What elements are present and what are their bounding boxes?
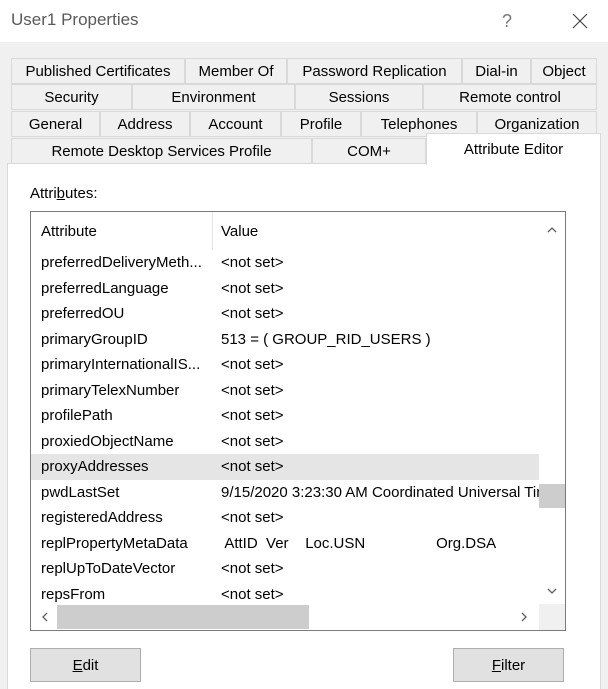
attribute-name-cell: preferredLanguage <box>41 279 169 297</box>
table-row[interactable]: registeredAddress <not set> <box>31 505 539 531</box>
attribute-value-cell: AttID Ver Loc.USN Org.DSA <box>221 534 497 552</box>
vertical-scroll-thumb[interactable] <box>539 484 565 508</box>
attribute-value-cell: <not set> <box>221 560 284 578</box>
attribute-value-cell: <not set> <box>221 407 284 425</box>
tab-security[interactable]: Security <box>11 84 132 110</box>
table-row[interactable]: replUpToDateVector <not set> <box>31 556 539 582</box>
attributes-label: Attributes: <box>30 185 98 202</box>
attribute-value-cell: <not set> <box>221 458 284 476</box>
close-icon <box>572 13 588 29</box>
column-header-attribute[interactable]: Attribute <box>41 212 97 250</box>
attribute-name-cell: primaryGroupID <box>41 330 148 348</box>
help-button[interactable]: ? <box>480 0 534 42</box>
tab-dial-in[interactable]: Dial-in <box>462 58 531 84</box>
table-row[interactable]: proxiedObjectName <not set> <box>31 429 539 455</box>
chevron-left-icon <box>41 612 47 622</box>
attribute-name-cell: replUpToDateVector <box>41 560 176 578</box>
horizontal-scroll-thumb[interactable] <box>57 605 309 629</box>
attribute-value-cell: <not set> <box>221 279 284 297</box>
table-row[interactable]: profilePath <not set> <box>31 403 539 429</box>
tab-address[interactable]: Address <box>100 111 190 137</box>
tab-remote-desktop-services-profile[interactable]: Remote Desktop Services Profile <box>11 138 312 164</box>
horizontal-scrollbar[interactable] <box>31 604 539 630</box>
column-header-value[interactable]: Value <box>221 212 258 250</box>
window-title: User1 Properties <box>11 10 139 29</box>
table-row[interactable]: primaryTelexNumber <not set> <box>31 378 539 404</box>
vertical-scrollbar[interactable] <box>539 212 565 604</box>
attribute-name-cell: registeredAddress <box>41 509 163 527</box>
tab-account[interactable]: Account <box>190 111 281 137</box>
attribute-value-cell: 9/15/2020 3:23:30 AM Coordinated Univers… <box>221 483 539 501</box>
list-rows: preferredDeliveryMeth... <not set> preferr… <box>31 250 539 604</box>
tab-sessions[interactable]: Sessions <box>295 84 423 110</box>
scroll-up-button[interactable] <box>539 216 565 242</box>
table-row[interactable]: pwdLastSet 9/15/2020 3:23:30 AM Coordinat… <box>31 480 539 506</box>
table-row[interactable]: preferredOU <not set> <box>31 301 539 327</box>
tab-remote-control[interactable]: Remote control <box>423 84 597 110</box>
table-row[interactable]: replPropertyMetaData AttID Ver Loc.USN O… <box>31 531 539 557</box>
attribute-value-cell: <not set> <box>221 585 284 603</box>
close-button[interactable] <box>552 0 608 42</box>
chevron-right-icon <box>521 612 527 622</box>
attribute-value-cell: <not set> <box>221 356 284 374</box>
attribute-name-cell: proxiedObjectName <box>41 432 174 450</box>
table-row[interactable]: proxyAddresses <not set> <box>31 454 539 480</box>
attribute-value-cell: <not set> <box>221 381 284 399</box>
table-row[interactable]: repsFrom <not set> <box>31 582 539 605</box>
scroll-right-button[interactable] <box>511 604 537 630</box>
attribute-value-cell: <not set> <box>221 305 284 323</box>
tab-profile[interactable]: Profile <box>281 111 361 137</box>
tab-published-certificates[interactable]: Published Certificates <box>11 58 185 84</box>
table-row[interactable]: primaryInternationalIS... <not set> <box>31 352 539 378</box>
attributes-list[interactable]: Attribute Value preferredDeliveryMeth...… <box>30 211 566 631</box>
tab-general[interactable]: General <box>11 111 100 137</box>
scrollbar-corner <box>539 604 565 630</box>
attribute-name-cell: preferredOU <box>41 305 125 323</box>
attribute-value-cell: <not set> <box>221 509 284 527</box>
tab-member-of[interactable]: Member Of <box>185 58 287 84</box>
attribute-name-cell: replPropertyMetaData <box>41 534 188 552</box>
scroll-down-button[interactable] <box>539 578 565 604</box>
attribute-name-cell: repsFrom <box>41 585 106 603</box>
tab-com-plus[interactable]: COM+ <box>312 138 426 164</box>
attribute-name-cell: preferredDeliveryMeth... <box>41 254 202 272</box>
tab-attribute-editor[interactable]: Attribute Editor <box>426 133 601 165</box>
table-row[interactable]: preferredLanguage <not set> <box>31 276 539 302</box>
attribute-name-cell: pwdLastSet <box>41 483 120 501</box>
column-divider[interactable] <box>212 212 213 250</box>
tab-object[interactable]: Object <box>531 58 597 84</box>
tab-environment[interactable]: Environment <box>132 84 295 110</box>
chevron-up-icon <box>547 226 557 232</box>
attribute-name-cell: primaryTelexNumber <box>41 381 180 399</box>
attribute-name-cell: primaryInternationalIS... <box>41 356 201 374</box>
attribute-name-cell: profilePath <box>41 407 113 425</box>
scroll-left-button[interactable] <box>31 604 57 630</box>
chevron-down-icon <box>547 588 557 594</box>
table-row[interactable]: preferredDeliveryMeth... <not set> <box>31 250 539 276</box>
title-bar: User1 Properties ? <box>0 0 608 42</box>
attribute-value-cell: <not set> <box>221 254 284 272</box>
list-header: Attribute Value <box>31 212 539 250</box>
table-row[interactable]: primaryGroupID 513 = ( GROUP_RID_USERS ) <box>31 327 539 353</box>
attribute-value-cell: <not set> <box>221 432 284 450</box>
attribute-name-cell: proxyAddresses <box>41 458 149 476</box>
tab-password-replication[interactable]: Password Replication <box>287 58 462 84</box>
edit-button[interactable]: Edit <box>30 648 141 682</box>
filter-button[interactable]: Filter <box>453 648 564 682</box>
attribute-value-cell: 513 = ( GROUP_RID_USERS ) <box>221 330 431 348</box>
